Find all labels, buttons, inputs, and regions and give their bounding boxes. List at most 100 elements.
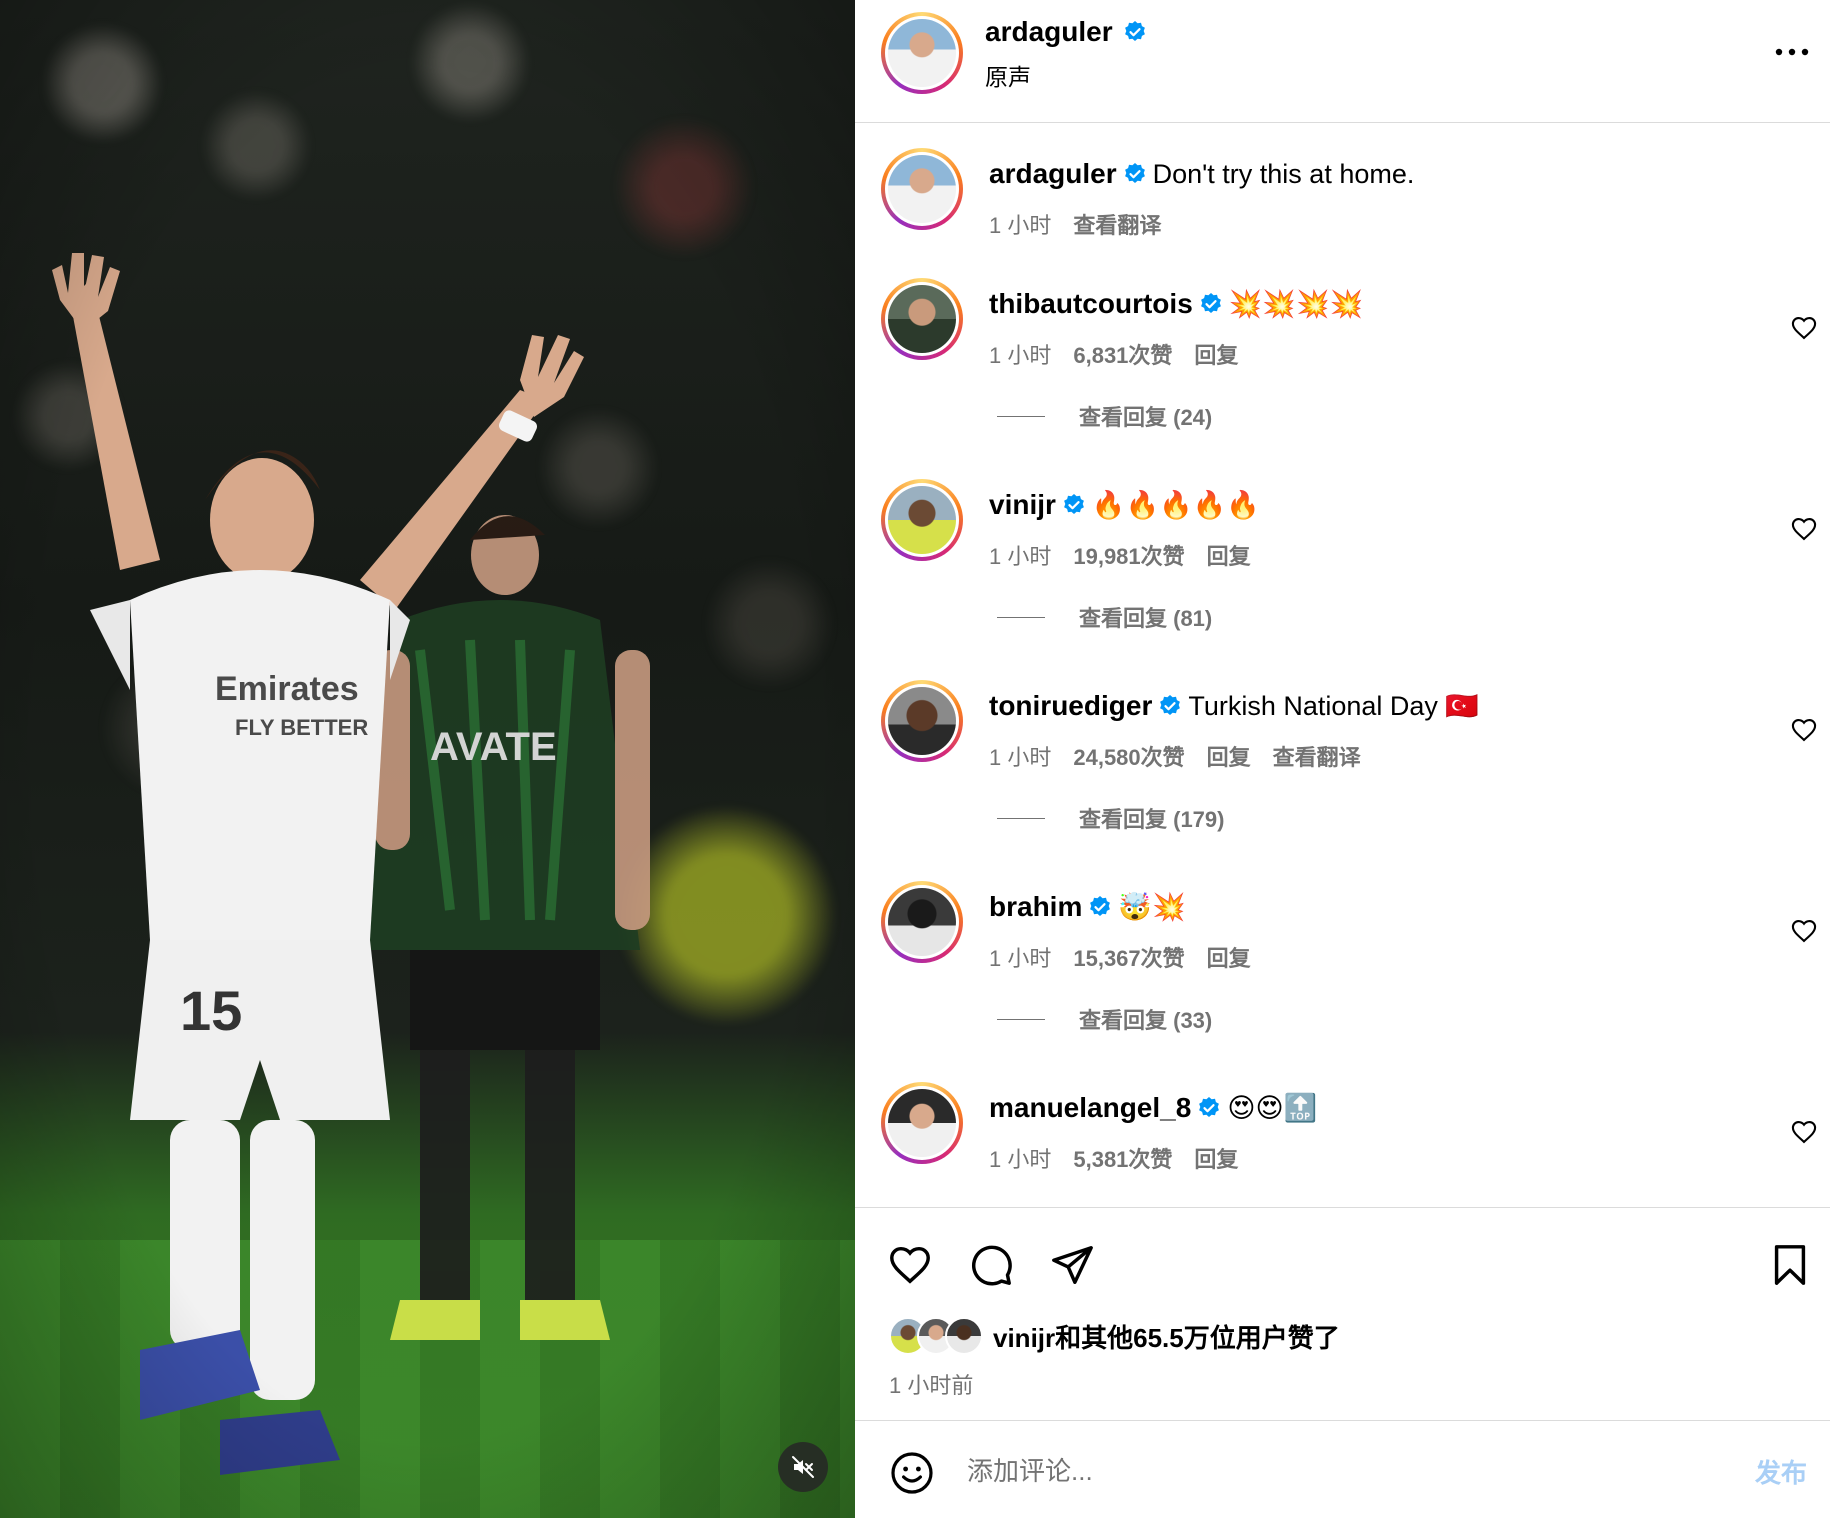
replies-divider: [997, 817, 1045, 819]
comment-input[interactable]: [967, 1447, 1607, 1495]
comment-line: toniruediger Turkish National Day 🇹🇷: [989, 690, 1479, 722]
comment-text: 💥💥💥💥: [1228, 289, 1364, 319]
more-options-button[interactable]: [1770, 34, 1814, 70]
reply-link[interactable]: 回复: [1194, 343, 1238, 368]
commenter-avatar[interactable]: [881, 680, 963, 762]
comment-text: Turkish National Day 🇹🇷: [1188, 691, 1480, 721]
view-replies-button[interactable]: 查看回复 (81): [997, 601, 1212, 633]
comment-meta: 1 小时 15,367次赞 回复: [989, 941, 1273, 973]
smiley-icon[interactable]: [888, 1449, 936, 1497]
replies-divider: [997, 415, 1045, 417]
heart-icon[interactable]: [1790, 716, 1818, 744]
caption-author-avatar[interactable]: [881, 148, 963, 230]
commenter-username[interactable]: vinijr: [989, 489, 1056, 520]
view-replies-button[interactable]: 查看回复 (24): [997, 400, 1212, 432]
comment-time: 1 小时: [989, 745, 1052, 770]
comment-meta: 1 小时 24,580次赞 回复 查看翻译: [989, 740, 1383, 772]
commenter-avatar[interactable]: [881, 278, 963, 360]
author-username[interactable]: ardaguler: [985, 16, 1113, 47]
comment-time: 1 小时: [989, 1147, 1052, 1172]
view-replies-label: 查看回复 (33): [1079, 1008, 1213, 1033]
reply-link[interactable]: 回复: [1207, 946, 1251, 971]
paper-plane-icon: [1052, 1246, 1093, 1284]
bookmark-icon: [1774, 1245, 1806, 1285]
caption-username[interactable]: ardaguler: [989, 158, 1117, 189]
heart-icon[interactable]: [1790, 1118, 1818, 1146]
view-replies-label: 查看回复 (24): [1079, 405, 1213, 430]
reply-link[interactable]: 回复: [1194, 1147, 1238, 1172]
comment-line: thibautcourtois 💥💥💥💥: [989, 288, 1363, 320]
caption-meta: 1 小时 查看翻译: [989, 208, 1183, 240]
comment-meta: 1 小时 5,381次赞 回复: [989, 1142, 1260, 1174]
verified-badge-icon: [1125, 21, 1145, 41]
replies-divider: [997, 1018, 1045, 1020]
verified-badge-icon: [1160, 695, 1181, 715]
comment-line: vinijr 🔥🔥🔥🔥🔥: [989, 489, 1260, 521]
author-avatar[interactable]: [881, 12, 963, 94]
mute-toggle-button[interactable]: [778, 1442, 828, 1492]
save-button[interactable]: [1765, 1240, 1815, 1290]
commenter-username[interactable]: manuelangel_8: [989, 1092, 1191, 1123]
view-replies-button[interactable]: 查看回复 (179): [997, 802, 1224, 834]
commenter-avatar[interactable]: [881, 1082, 963, 1164]
comment-composer: 发布: [855, 1420, 1830, 1518]
verified-badge-icon: [1124, 163, 1145, 183]
comment-button[interactable]: [966, 1240, 1016, 1290]
post-timestamp: 1 小时前: [889, 1373, 974, 1398]
post-action-bar: vinijr和其他65.5万位用户赞了 1 小时前: [855, 1207, 1830, 1422]
heart-icon[interactable]: [1790, 515, 1818, 543]
heart-icon[interactable]: [1790, 917, 1818, 945]
comment-like-count[interactable]: 6,831次赞: [1073, 343, 1172, 368]
share-button[interactable]: [1047, 1240, 1097, 1290]
reply-link[interactable]: 回复: [1207, 745, 1251, 770]
caption-text: Don't try this at home.: [1152, 159, 1415, 189]
translate-link[interactable]: 查看翻译: [1273, 745, 1361, 770]
comment-like-count[interactable]: 24,580次赞: [1073, 745, 1184, 770]
comment-time: 1 小时: [989, 946, 1052, 971]
comment-line: brahim 🤯💥: [989, 891, 1186, 923]
post-media[interactable]: AVATE Emirates FLY BETTER 15: [0, 0, 855, 1518]
replies-divider: [997, 616, 1045, 618]
commenter-username[interactable]: thibautcourtois: [989, 288, 1193, 319]
caption-time: 1 小时: [989, 213, 1052, 238]
liker-avatar[interactable]: [945, 1317, 983, 1355]
post-comment-button[interactable]: 发布: [1755, 1453, 1807, 1490]
comment-bubble-icon: [971, 1245, 1012, 1286]
speaker-muted-icon: [792, 1456, 814, 1478]
like-button[interactable]: [885, 1240, 935, 1290]
comment-text: 😍😍🔝: [1227, 1093, 1318, 1123]
commenter-avatar[interactable]: [881, 881, 963, 963]
caption-line: ardaguler Don't try this at home.: [989, 158, 1414, 190]
comment-line: manuelangel_8 😍😍🔝: [989, 1092, 1317, 1124]
verified-badge-icon: [1064, 494, 1084, 514]
heart-icon: [890, 1246, 930, 1284]
reply-link[interactable]: 回复: [1207, 544, 1251, 569]
post-header: ardaguler 原声: [855, 0, 1830, 123]
view-replies-label: 查看回复 (81): [1079, 606, 1213, 631]
comment-text: 🤯💥: [1118, 892, 1186, 922]
comment-like-count[interactable]: 19,981次赞: [1073, 544, 1184, 569]
comment-time: 1 小时: [989, 544, 1052, 569]
comment-text: 🔥🔥🔥🔥🔥: [1091, 490, 1261, 520]
verified-badge-icon: [1090, 896, 1111, 916]
commenter-avatar[interactable]: [881, 479, 963, 561]
verified-badge-icon: [1199, 1097, 1220, 1117]
comment-meta: 1 小时 19,981次赞 回复: [989, 539, 1273, 571]
comment-like-count[interactable]: 15,367次赞: [1073, 946, 1184, 971]
view-replies-label: 查看回复 (179): [1079, 807, 1225, 832]
translate-link[interactable]: 查看翻译: [1073, 213, 1161, 238]
more-options-icon: [1775, 48, 1809, 56]
comment-meta: 1 小时 6,831次赞 回复: [989, 338, 1260, 370]
players-illustration: AVATE Emirates FLY BETTER 15: [0, 0, 855, 1518]
commenter-username[interactable]: toniruediger: [989, 690, 1152, 721]
liked-by-row: vinijr和其他65.5万位用户赞了: [889, 1316, 1340, 1356]
commenter-username[interactable]: brahim: [989, 891, 1082, 922]
heart-icon[interactable]: [1790, 314, 1818, 342]
audio-label[interactable]: 原声: [985, 58, 1031, 92]
comment-time: 1 小时: [989, 343, 1052, 368]
liked-by-text[interactable]: vinijr和其他65.5万位用户赞了: [993, 1318, 1340, 1355]
view-replies-button[interactable]: 查看回复 (33): [997, 1003, 1212, 1035]
comment-like-count[interactable]: 5,381次赞: [1073, 1147, 1172, 1172]
author-username-row: ardaguler: [985, 16, 1147, 48]
post-details-panel: ardaguler 原声 ardaguler Don't try this at …: [855, 0, 1830, 1518]
